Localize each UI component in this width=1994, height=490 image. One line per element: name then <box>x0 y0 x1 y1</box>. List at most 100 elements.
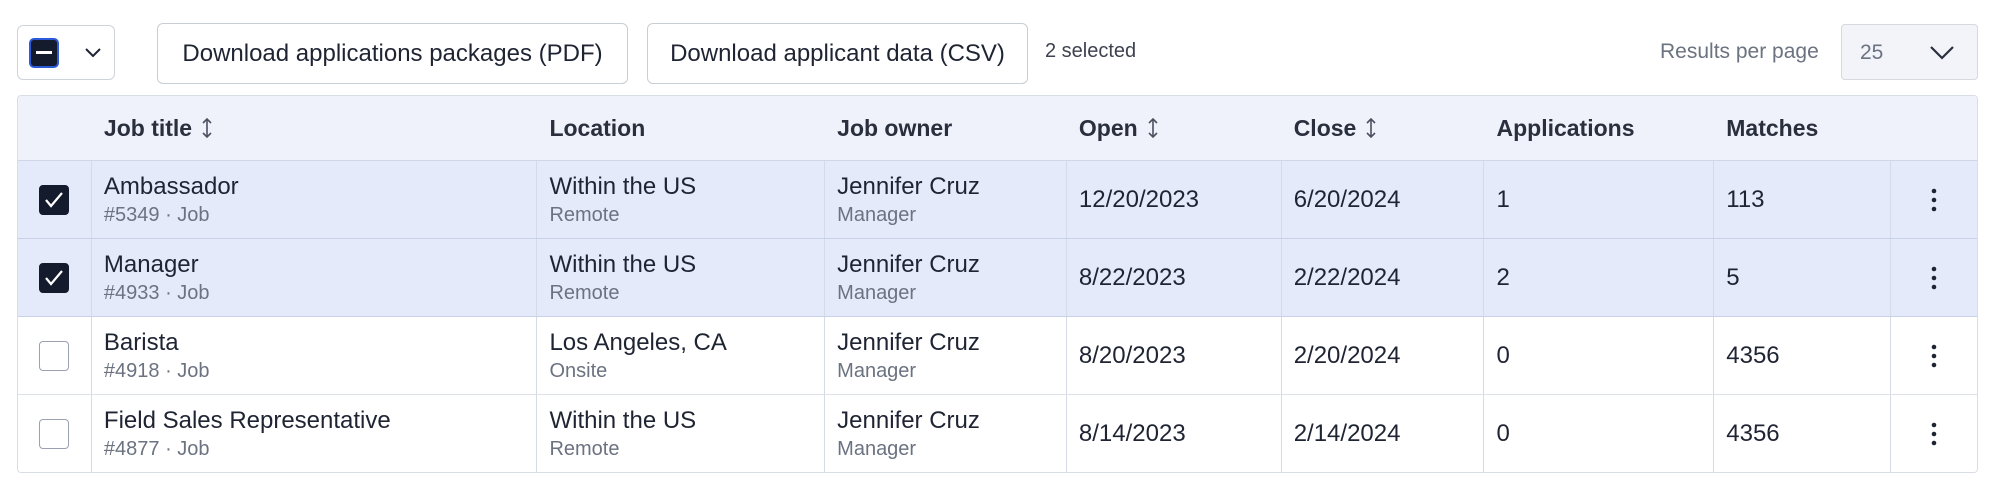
matches-cell: 113 <box>1714 161 1892 238</box>
owner-cell: Jennifer Cruz Manager <box>825 239 1067 316</box>
location: Within the US <box>549 406 697 434</box>
close-date: 2/20/2024 <box>1293 341 1401 369</box>
table-row[interactable]: Barista #4918 · Job Los Angeles, CA Onsi… <box>18 317 1977 395</box>
job-meta: #4877 · Job <box>103 437 210 460</box>
owner-role: Manager <box>837 437 917 460</box>
header-job-owner: Job owner <box>825 96 1067 160</box>
header-close[interactable]: Close <box>1282 96 1485 160</box>
location-type: Remote <box>549 437 620 460</box>
location-type: Onsite <box>549 359 608 382</box>
location: Los Angeles, CA <box>549 328 727 356</box>
owner-role: Manager <box>837 281 917 304</box>
bulk-select-dropdown[interactable] <box>17 25 115 80</box>
table-row[interactable]: Manager #4933 · Job Within the US Remote… <box>18 239 1977 317</box>
kebab-menu-icon[interactable] <box>1930 188 1938 212</box>
download-csv-button[interactable]: Download applicant data (CSV) <box>647 23 1028 84</box>
location-cell: Within the US Remote <box>537 239 826 316</box>
row-actions-cell <box>1891 395 1977 472</box>
header-open[interactable]: Open <box>1067 96 1282 160</box>
matches-cell: 4356 <box>1714 317 1892 394</box>
matches-count: 4356 <box>1726 419 1780 447</box>
matches-count: 5 <box>1726 263 1740 291</box>
row-checkbox[interactable] <box>39 262 70 293</box>
owner-cell: Jennifer Cruz Manager <box>825 161 1067 238</box>
open-date: 12/20/2023 <box>1078 185 1200 213</box>
open-date: 8/20/2023 <box>1078 341 1186 369</box>
header-label: Applications <box>1496 114 1635 141</box>
applications-cell: 0 <box>1484 395 1715 472</box>
chevron-down-icon[interactable] <box>84 45 102 59</box>
job-meta: #4918 · Job <box>103 359 210 382</box>
row-actions-cell <box>1891 239 1977 316</box>
job-meta: #5349 · Job <box>103 203 210 226</box>
header-actions-cell <box>1891 96 1977 160</box>
job-title[interactable]: Ambassador <box>104 172 537 202</box>
row-checkbox[interactable] <box>39 184 70 215</box>
open-date-cell: 8/14/2023 <box>1067 395 1282 472</box>
close-date-cell: 2/14/2024 <box>1282 395 1485 472</box>
job-title[interactable]: Barista <box>104 328 537 358</box>
close-date-cell: 2/22/2024 <box>1282 239 1485 316</box>
select-all-checkbox-indeterminate[interactable] <box>29 38 59 68</box>
sort-icon[interactable] <box>200 117 214 139</box>
job-title[interactable]: Manager <box>104 250 537 280</box>
matches-cell: 4356 <box>1714 395 1892 472</box>
job-title-cell[interactable]: Ambassador #5349 · Job <box>92 161 538 238</box>
header-label: Open <box>1078 114 1138 141</box>
job-title-cell[interactable]: Field Sales Representative #4877 · Job <box>92 395 538 472</box>
table-row[interactable]: Ambassador #5349 · Job Within the US Rem… <box>18 161 1977 239</box>
header-matches: Matches <box>1714 96 1891 160</box>
open-date: 8/14/2023 <box>1078 419 1186 447</box>
results-per-page-label: Results per page <box>1660 40 1819 63</box>
row-select-cell <box>18 239 92 316</box>
owner-cell: Jennifer Cruz Manager <box>825 317 1067 394</box>
toolbar: Download applications packages (PDF) Dow… <box>0 0 1994 96</box>
table-row[interactable]: Field Sales Representative #4877 · Job W… <box>18 395 1977 472</box>
row-select-cell <box>18 317 92 394</box>
owner-role: Manager <box>837 203 917 226</box>
row-select-cell <box>18 395 92 472</box>
row-checkbox[interactable] <box>39 340 70 371</box>
header-label: Close <box>1293 114 1357 141</box>
row-select-cell <box>18 161 92 238</box>
header-label: Matches <box>1726 114 1819 141</box>
header-label: Location <box>549 114 646 141</box>
kebab-menu-icon[interactable] <box>1930 266 1938 290</box>
job-title-cell[interactable]: Barista #4918 · Job <box>92 317 538 394</box>
open-date-cell: 12/20/2023 <box>1067 161 1282 238</box>
location-type: Remote <box>549 203 620 226</box>
owner-name: Jennifer Cruz <box>837 328 980 356</box>
location-cell: Los Angeles, CA Onsite <box>537 317 826 394</box>
open-date-cell: 8/22/2023 <box>1067 239 1282 316</box>
header-applications: Applications <box>1484 96 1714 160</box>
selected-count: 2 selected <box>1045 40 1137 62</box>
row-actions-cell <box>1891 317 1977 394</box>
kebab-menu-icon[interactable] <box>1930 344 1938 368</box>
applications-cell: 2 <box>1484 239 1715 316</box>
header-label: Job title <box>103 114 193 141</box>
owner-name: Jennifer Cruz <box>837 250 980 278</box>
header-job-title[interactable]: Job title <box>92 96 538 160</box>
header-select-cell <box>18 96 92 160</box>
job-title[interactable]: Field Sales Representative <box>104 406 537 436</box>
row-actions-cell <box>1891 161 1977 238</box>
matches-count: 4356 <box>1726 341 1780 369</box>
header-label: Job owner <box>837 114 953 141</box>
checkmark-icon <box>45 191 64 208</box>
chevron-down-icon <box>1930 46 1954 60</box>
applications-count: 1 <box>1496 185 1510 213</box>
sort-icon[interactable] <box>1146 117 1160 139</box>
applications-cell: 0 <box>1484 317 1715 394</box>
results-per-page-select[interactable]: 25 <box>1841 24 1978 80</box>
applications-count: 2 <box>1496 263 1510 291</box>
download-pdf-button[interactable]: Download applications packages (PDF) <box>157 23 628 84</box>
kebab-menu-icon[interactable] <box>1930 422 1938 446</box>
applications-count: 0 <box>1496 341 1510 369</box>
location-cell: Within the US Remote <box>537 395 826 472</box>
row-checkbox[interactable] <box>39 418 70 449</box>
applications-count: 0 <box>1496 419 1510 447</box>
sort-icon[interactable] <box>1364 117 1378 139</box>
owner-name: Jennifer Cruz <box>837 406 980 434</box>
job-title-cell[interactable]: Manager #4933 · Job <box>92 239 538 316</box>
owner-name: Jennifer Cruz <box>837 172 980 200</box>
